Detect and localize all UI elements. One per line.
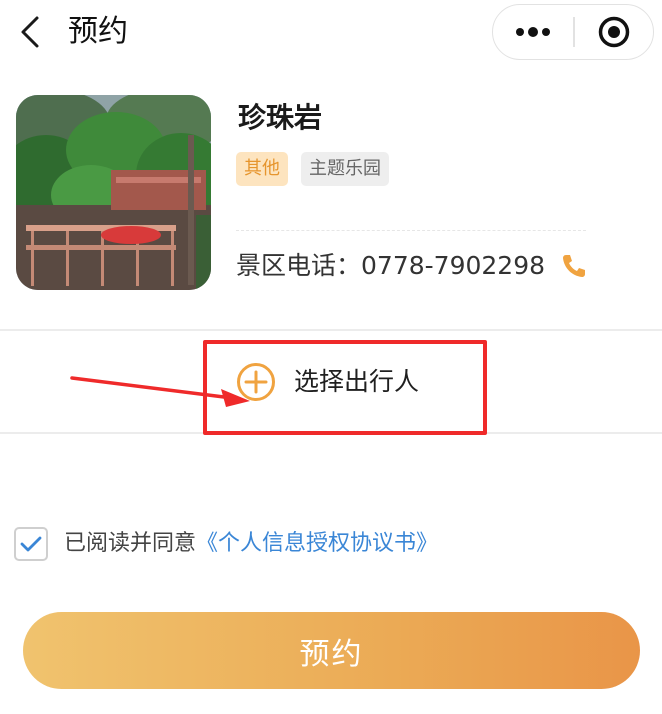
section-divider <box>0 329 662 331</box>
call-button[interactable] <box>560 252 588 280</box>
more-button[interactable] <box>493 5 573 58</box>
agreement-checkbox[interactable] <box>14 527 48 561</box>
phone-number: 0778-7902298 <box>361 251 545 280</box>
scenic-photo <box>16 95 211 290</box>
privacy-agreement-link[interactable]: 《个人信息授权协议书》 <box>196 531 438 556</box>
category-tag: 其他 <box>236 152 288 186</box>
nav-bar: 预约 <box>0 0 662 66</box>
scenic-phone: 景区电话：0778-7902298 <box>236 248 545 284</box>
more-dots-icon <box>516 26 550 37</box>
target-circle-icon <box>598 16 630 47</box>
section-divider <box>0 432 662 434</box>
agreement-prefix: 已阅读并同意 <box>64 531 197 556</box>
plus-circle-icon <box>237 363 275 401</box>
chevron-left-icon <box>21 16 39 48</box>
reserve-button[interactable]: 预约 <box>23 612 640 689</box>
checkmark-icon <box>20 536 42 552</box>
phone-label: 景区电话： <box>236 251 362 280</box>
dashed-divider <box>236 230 586 231</box>
back-button[interactable] <box>12 14 48 50</box>
agreement-text: 已阅读并同意《个人信息授权协议书》 <box>64 527 438 561</box>
theme-tag: 主题乐园 <box>301 152 389 186</box>
scenic-name: 珍珠岩 <box>238 101 323 134</box>
close-mini-program-button[interactable] <box>575 5 653 58</box>
select-traveler-button[interactable]: 选择出行人 <box>236 360 419 404</box>
phone-icon <box>563 255 585 277</box>
select-traveler-label: 选择出行人 <box>294 367 420 396</box>
mini-program-capsule <box>492 4 654 60</box>
reserve-button-label: 预约 <box>299 636 364 672</box>
page-title: 预约 <box>68 14 128 49</box>
